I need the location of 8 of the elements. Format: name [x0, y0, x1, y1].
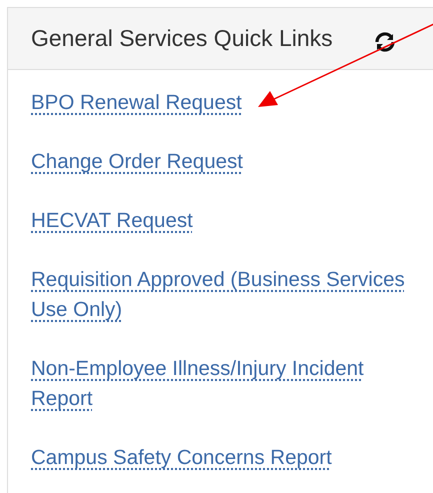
quick-link[interactable]: HECVAT Request: [31, 206, 193, 236]
refresh-icon[interactable]: [372, 30, 397, 54]
quick-link[interactable]: Change Order Request: [31, 147, 243, 177]
quick-link[interactable]: Campus Safety Concerns Report: [31, 443, 332, 473]
quick-link[interactable]: BPO Renewal Request: [31, 88, 242, 118]
quick-link[interactable]: Requisition Approved (Business Services Use Only): [31, 265, 414, 325]
panel-title: General Services Quick Links: [31, 25, 333, 52]
quick-link[interactable]: Non-Employee Illness/Injury Incident Report: [31, 354, 414, 414]
